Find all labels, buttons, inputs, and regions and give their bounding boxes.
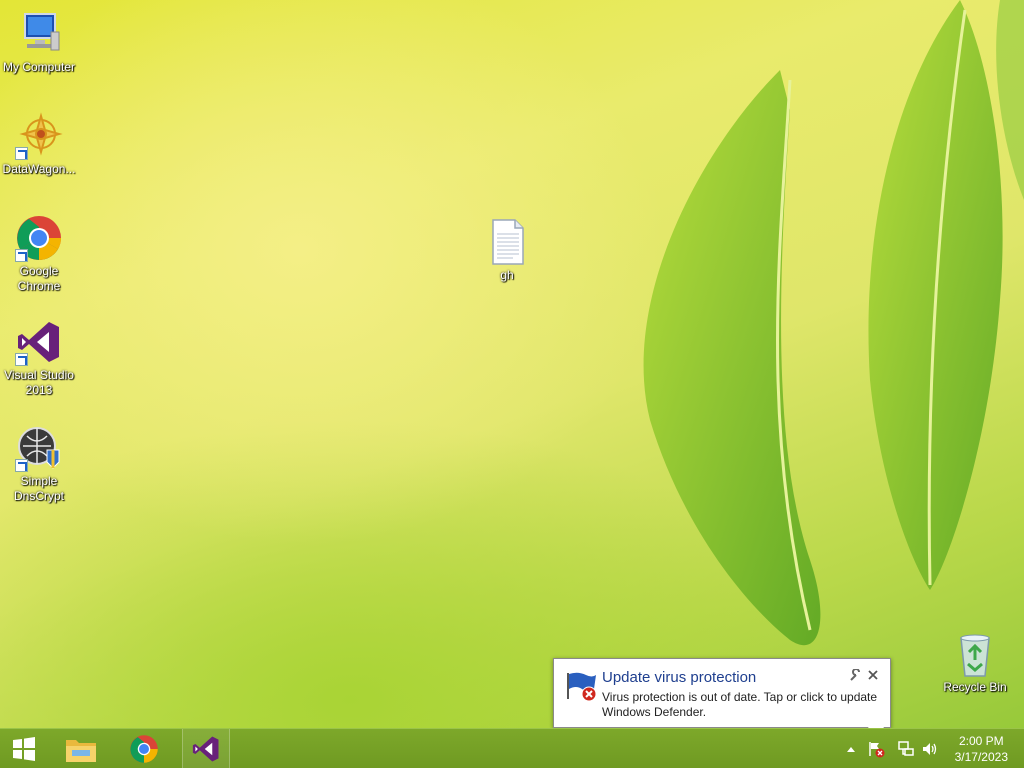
windows-logo-icon bbox=[13, 737, 35, 761]
desktop-icon-label: Google Chrome bbox=[17, 264, 61, 293]
taskbar-file-explorer[interactable] bbox=[58, 729, 104, 769]
action-center-flag-icon[interactable] bbox=[867, 740, 885, 758]
taskbar: 2:00 PM 3/17/2023 bbox=[0, 728, 1024, 769]
settings-wrench-icon[interactable] bbox=[848, 669, 862, 683]
desktop-icon-label: My Computer bbox=[2, 60, 76, 74]
clock-date: 3/17/2023 bbox=[954, 750, 1008, 764]
datawagon-icon bbox=[15, 112, 63, 160]
visual-studio-icon bbox=[192, 736, 219, 762]
visual-studio-icon bbox=[15, 318, 63, 366]
desktop-icon-label: Recycle Bin bbox=[943, 680, 1007, 694]
start-button[interactable] bbox=[6, 729, 42, 769]
computer-icon bbox=[15, 10, 63, 58]
network-icon[interactable] bbox=[897, 740, 915, 758]
wallpaper-leaves bbox=[643, 0, 1024, 646]
recycle-bin-icon bbox=[951, 630, 999, 678]
chrome-icon bbox=[15, 214, 63, 262]
notification-title: Update virus protection bbox=[602, 669, 757, 686]
text-file-icon bbox=[483, 218, 531, 266]
notification-body: Virus protection is out of date. Tap or … bbox=[602, 690, 878, 719]
shortcut-arrow-icon bbox=[15, 459, 28, 472]
close-icon[interactable] bbox=[867, 669, 879, 681]
show-hidden-icons-chevron-icon[interactable] bbox=[846, 745, 856, 753]
desktop-icon-google-chrome[interactable]: Google Chrome bbox=[1, 214, 77, 294]
desktop-icon-label: DataWagon... bbox=[2, 162, 76, 176]
clock-time: 2:00 PM bbox=[958, 734, 1004, 748]
desktop-icon-recycle-bin[interactable]: Recycle Bin bbox=[937, 630, 1013, 695]
shortcut-arrow-icon bbox=[15, 249, 28, 262]
desktop-icon-label: Simple DnsCrypt bbox=[13, 474, 64, 503]
dnscrypt-icon bbox=[15, 424, 63, 472]
desktop-icon-simple-dnscrypt[interactable]: Simple DnsCrypt bbox=[1, 424, 77, 504]
desktop-icon-gh-file[interactable]: gh bbox=[469, 218, 545, 283]
defender-notification[interactable]: Update virus protection Virus protection… bbox=[553, 658, 891, 728]
taskbar-chrome[interactable] bbox=[121, 729, 167, 769]
defender-flag-icon bbox=[567, 672, 597, 702]
desktop-icon-label: gh bbox=[500, 268, 514, 282]
shortcut-arrow-icon bbox=[15, 147, 28, 160]
desktop-icon-label: Visual Studio 2013 bbox=[4, 368, 74, 397]
desktop-icon-visual-studio[interactable]: Visual Studio 2013 bbox=[1, 318, 77, 398]
desktop: My Computer DataWagon... Google Chrome V… bbox=[0, 0, 1024, 728]
folder-icon bbox=[66, 740, 96, 762]
shortcut-arrow-icon bbox=[15, 353, 28, 366]
chrome-icon bbox=[130, 735, 158, 763]
taskbar-clock[interactable]: 2:00 PM 3/17/2023 bbox=[955, 733, 1008, 765]
desktop-icon-datawagon[interactable]: DataWagon... bbox=[1, 112, 77, 177]
volume-icon[interactable] bbox=[921, 740, 939, 758]
taskbar-visual-studio[interactable] bbox=[182, 729, 230, 769]
desktop-icon-my-computer[interactable]: My Computer bbox=[1, 10, 77, 75]
